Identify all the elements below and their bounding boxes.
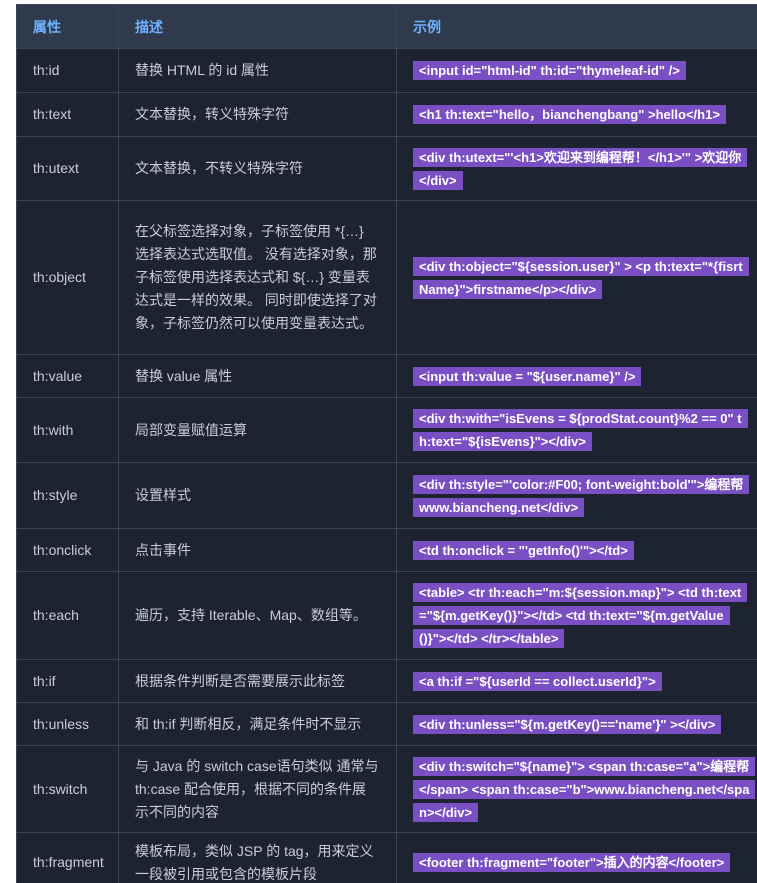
attr-cell: th:if [16,659,119,703]
table-row: th:onclick 点击事件 <td th:onclick = "'getIn… [16,528,757,572]
attr-cell: th:fragment [16,832,119,883]
example-cell: <table> <tr th:each="m:${session.map}"> … [396,571,757,660]
code-snippet: <div th:switch="${name}"> <span th:case=… [413,756,756,822]
table-row: th:text 文本替换，转义特殊字符 <h1 th:text="hello，b… [16,92,757,137]
attr-cell: th:each [16,571,119,660]
code-snippet: <div th:object="${session.user}" > <p th… [413,256,749,299]
table-row: th:unless 和 th:if 判断相反，满足条件时不显示 <div th:… [16,702,757,746]
desc-cell: 替换 HTML 的 id 属性 [118,48,397,93]
code-snippet: <td th:onclick = "'getInfo()'"></td> [413,540,634,560]
table-row: th:fragment 模板布局，类似 JSP 的 tag，用来定义一段被引用或… [16,832,757,883]
desc-cell: 点击事件 [118,528,397,572]
table-row: th:with 局部变量赋值运算 <div th:with="isEvens =… [16,397,757,463]
example-cell: <div th:style="'color:#F00; font-weight:… [396,462,757,529]
example-cell: <footer th:fragment="footer">插入的内容</foot… [396,832,757,883]
table-row: th:style 设置样式 <div th:style="'color:#F00… [16,462,757,529]
header-example: 示例 [396,4,757,49]
desc-cell: 文本替换，不转义特殊字符 [118,136,397,201]
desc-cell: 和 th:if 判断相反，满足条件时不显示 [118,702,397,746]
example-cell: <td th:onclick = "'getInfo()'"></td> [396,528,757,572]
attr-cell: th:onclick [16,528,119,572]
example-cell: <div th:unless="${m.getKey()=='name'}" >… [396,702,757,746]
attr-cell: th:object [16,200,119,355]
desc-cell: 模板布局，类似 JSP 的 tag，用来定义一段被引用或包含的模板片段 [118,832,397,883]
table-row: th:if 根据条件判断是否需要展示此标签 <a th:if ="${userI… [16,659,757,703]
code-snippet: <input th:value = "${user.name}" /> [413,366,642,386]
attr-cell: th:utext [16,136,119,201]
attr-cell: th:switch [16,745,119,833]
attr-cell: th:with [16,397,119,463]
example-cell: <input th:value = "${user.name}" /> [396,354,757,398]
attr-cell: th:id [16,48,119,93]
desc-cell: 在父标签选择对象，子标签使用 *{…} 选择表达式选取值。 没有选择对象，那子标… [118,200,397,355]
example-cell: <div th:switch="${name}"> <span th:case=… [396,745,757,833]
code-snippet: <h1 th:text="hello，bianchengbang" >hello… [413,105,726,124]
code-snippet: <input id="html-id" th:id="thymeleaf-id"… [413,61,686,80]
example-cell: <div th:utext="'<h1>欢迎来到编程帮！</h1>'" >欢迎你… [396,136,757,201]
code-snippet: <a th:if ="${userId == collect.userId}"> [413,671,662,691]
code-snippet: <footer th:fragment="footer">插入的内容</foot… [413,853,731,872]
attr-cell: th:text [16,92,119,137]
code-snippet: <div th:with="isEvens = ${prodStat.count… [413,409,748,451]
desc-cell: 文本替换，转义特殊字符 [118,92,397,137]
code-snippet: <div th:unless="${m.getKey()=='name'}" >… [413,714,722,734]
table-row: th:object 在父标签选择对象，子标签使用 *{…} 选择表达式选取值。 … [16,200,757,355]
desc-cell: 遍历，支持 Iterable、Map、数组等。 [118,571,397,660]
attr-cell: th:value [16,354,119,398]
thymeleaf-attribute-table: 属性 描述 示例 th:id 替换 HTML 的 id 属性 <input id… [16,4,757,883]
example-cell: <div th:object="${session.user}" > <p th… [396,200,757,355]
header-attribute: 属性 [16,4,119,49]
desc-cell: 局部变量赋值运算 [118,397,397,463]
code-snippet: <table> <tr th:each="m:${session.map}"> … [413,583,748,648]
attr-cell: th:unless [16,702,119,746]
code-snippet: <div th:utext="'<h1>欢迎来到编程帮！</h1>'" >欢迎你… [413,147,748,190]
desc-cell: 与 Java 的 switch case语句类似 通常与 th:case 配合使… [118,745,397,833]
table-row: th:utext 文本替换，不转义特殊字符 <div th:utext="'<h… [16,136,757,201]
table-row: th:each 遍历，支持 Iterable、Map、数组等。 <table> … [16,571,757,660]
table-row: th:id 替换 HTML 的 id 属性 <input id="html-id… [16,48,757,93]
example-cell: <div th:with="isEvens = ${prodStat.count… [396,397,757,463]
table-row: th:switch 与 Java 的 switch case语句类似 通常与 t… [16,745,757,833]
attribute-table-container: 属性 描述 示例 th:id 替换 HTML 的 id 属性 <input id… [16,4,757,883]
desc-cell: 设置样式 [118,462,397,529]
attr-cell: th:style [16,462,119,529]
example-cell: <a th:if ="${userId == collect.userId}"> [396,659,757,703]
code-snippet: <div th:style="'color:#F00; font-weight:… [413,474,750,517]
example-cell: <input id="html-id" th:id="thymeleaf-id"… [396,48,757,93]
header-description: 描述 [118,4,397,49]
example-cell: <h1 th:text="hello，bianchengbang" >hello… [396,92,757,137]
table-header-row: 属性 描述 示例 [16,4,757,49]
desc-cell: 替换 value 属性 [118,354,397,398]
table-row: th:value 替换 value 属性 <input th:value = "… [16,354,757,398]
desc-cell: 根据条件判断是否需要展示此标签 [118,659,397,703]
